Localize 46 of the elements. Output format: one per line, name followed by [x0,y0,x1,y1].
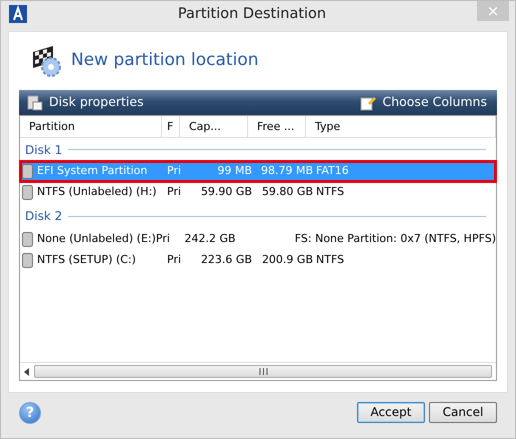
table-cell-text: FS: None Partition: 0x7 (NTFS, HPFS) [294,231,496,248]
table-cell-text: FAT16 [316,163,350,180]
drive-icon [22,232,33,247]
table-cell-text: 59.80 GB [260,184,314,200]
table-cell-text: NTFS (SETUP) (C:) [37,252,136,268]
scroll-left-icon[interactable] [24,368,30,376]
table-cell-text: EFI System Partition [37,163,148,180]
disk-properties-button[interactable]: Disk properties [27,93,144,112]
column-header[interactable]: Cap... [180,116,248,137]
drive-icon [22,253,33,268]
table-cell-text: 99 MB [216,163,252,180]
table-cell-text: 200.9 GB [260,252,314,268]
table-cell-text: NTFS (Unlabeled) (H:) [37,184,157,200]
partition-row[interactable]: None (Unlabeled) (E:)Pri 242.2 GB FS: None Partition: 0x7 (NTFS, HPFS) [20,229,496,250]
choose-columns-button[interactable]: Choose Columns [360,93,487,112]
drive-icon [22,164,33,179]
table-cell-text: NTFS [316,252,346,268]
table-cell-text: 98.79 MB [260,163,314,180]
column-header[interactable]: Partition [20,116,162,137]
partition-row[interactable]: NTFS (Unlabeled) (H:) Pri 59.90 GB 59.80 GB NTFS [20,182,496,203]
cancel-button[interactable]: Cancel [429,402,497,423]
grip-icon [258,368,268,375]
table-cell-text: 242.2 GB [184,231,236,248]
table-cell-text: 223.6 GB [200,252,252,268]
table-cell-text: Pri [167,184,182,200]
column-header[interactable]: Free ... [248,116,306,137]
page-heading: New partition location [71,49,258,72]
table-cell-text: Pri [167,252,182,268]
window-title: Partition Destination [176,5,328,24]
notepad-pencil-icon [360,94,376,110]
table-cell-text: None (Unlabeled) (E:) [37,231,156,248]
scrollbar-thumb[interactable] [34,365,492,378]
column-header[interactable]: F [162,116,180,137]
table-cell-text: Pri [167,163,182,180]
accept-button[interactable]: Accept [357,402,425,423]
table-cell-text: 59.90 GB [200,184,252,200]
disk-icon [27,94,43,110]
partition-row[interactable]: NTFS (SETUP) (C:) Pri 223.6 GB 200.9 GB NTFS [20,250,496,271]
app-logo-icon [9,5,27,23]
column-header[interactable]: Type [306,116,496,137]
horizontal-scrollbar[interactable] [20,362,496,380]
disk-group-label: Disk 1 [25,142,62,158]
table-cell-text: NTFS [316,184,346,200]
table-cell-text: Pri [156,231,171,248]
disk-group-label: Disk 2 [25,208,62,225]
drive-icon [22,185,33,200]
